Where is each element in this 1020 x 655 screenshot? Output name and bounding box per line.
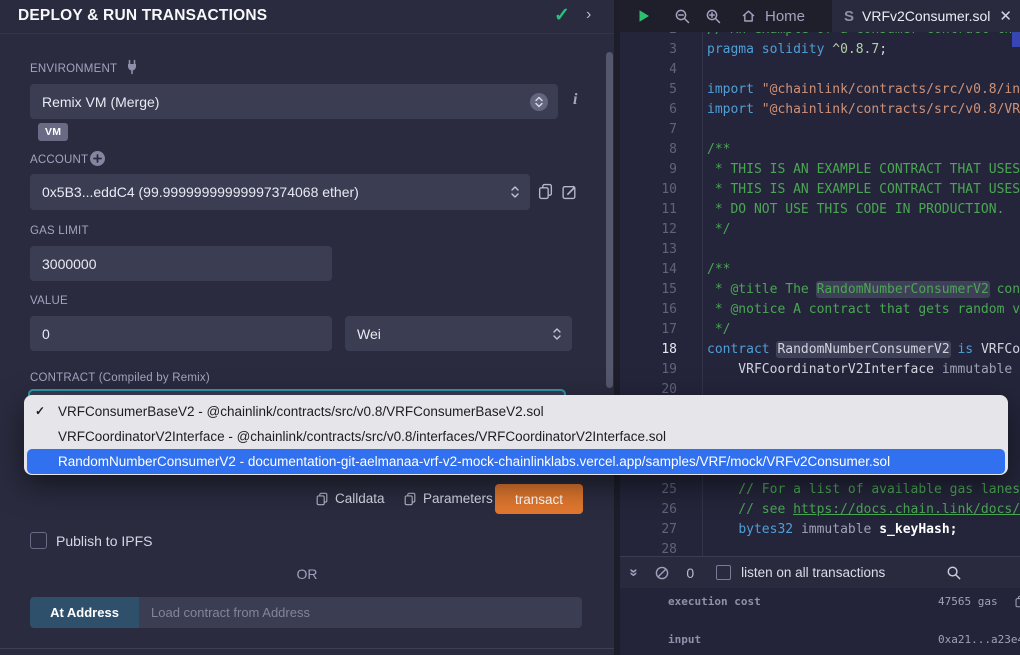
tab-home-label: Home <box>765 8 805 25</box>
clear-console-ban-icon[interactable] <box>654 565 670 581</box>
account-select[interactable]: 0x5B3...eddC4 (99.99999999999997374068 e… <box>30 174 530 210</box>
gas-limit-input[interactable] <box>30 246 332 281</box>
value-unit: Wei <box>357 326 381 342</box>
run-script-play-icon[interactable] <box>636 8 652 24</box>
panel-header: DEPLOY & RUN TRANSACTIONS ✓ › <box>0 0 614 34</box>
code-editor[interactable]: 2// An example of a consumer contract th… <box>620 32 1020 556</box>
environment-info-icon[interactable]: i <box>573 91 577 109</box>
code-line: 8/** <box>620 140 1020 160</box>
or-separator: OR <box>0 566 614 582</box>
value-input[interactable] <box>30 316 332 351</box>
at-address-input[interactable] <box>139 597 582 628</box>
pending-tx-count: 0 <box>686 565 694 581</box>
tab-file-label: VRFv2Consumer.sol <box>862 8 990 24</box>
terminal-bar: » 0 listen on all transactions <box>620 556 1020 588</box>
deploy-run-panel: DEPLOY & RUN TRANSACTIONS ✓ › ENVIRONMEN… <box>0 0 614 655</box>
code-line: 2// An example of a consumer contract th… <box>620 32 1020 40</box>
remix-app: DEPLOY & RUN TRANSACTIONS ✓ › ENVIRONMEN… <box>0 0 1020 655</box>
gas-limit-label: GAS LIMIT <box>30 225 89 237</box>
terminal-row: execution cost47565 gas <box>620 588 1020 626</box>
listen-all-checkbox[interactable] <box>716 565 731 580</box>
listen-all-label: listen on all transactions <box>741 565 885 580</box>
code-line: 27 bytes32 immutable s_keyHash; <box>620 520 1020 540</box>
code-line: 14/** <box>620 260 1020 280</box>
value-unit-select[interactable]: Wei <box>345 316 572 351</box>
parameters-copy-group[interactable]: Parameters <box>403 491 493 506</box>
calldata-copy-group[interactable]: Calldata <box>315 491 385 506</box>
code-line: 13 <box>620 240 1020 260</box>
tab-home[interactable]: Home <box>740 8 805 25</box>
publish-ipfs-label: Publish to IPFS <box>56 533 153 549</box>
select-caret-icon <box>510 185 520 199</box>
transact-button[interactable]: transact <box>495 484 583 514</box>
code-line: 19 VRFCoordinatorV2Interface immutable C… <box>620 360 1020 380</box>
environment-value: Remix VM (Merge) <box>42 94 159 110</box>
vm-badge: VM <box>38 123 68 141</box>
panel-collapse-chevron-icon[interactable]: › <box>586 6 591 24</box>
code-line: 12 */ <box>620 220 1020 240</box>
copy-value-icon[interactable] <box>1014 595 1020 608</box>
compile-success-check-icon: ✓ <box>554 4 570 27</box>
select-caret-icon <box>530 93 548 111</box>
code-line: 10 * THIS IS AN EXAMPLE CONTRACT THAT US… <box>620 180 1020 200</box>
search-icon <box>946 565 962 581</box>
code-lines: 2// An example of a consumer contract th… <box>620 32 1020 556</box>
code-line: 26 // see https://docs.chain.link/docs/v… <box>620 500 1020 520</box>
zoom-out-icon[interactable] <box>674 8 691 25</box>
plug-icon <box>124 59 140 75</box>
code-line: 11 * DO NOT USE THIS CODE IN PRODUCTION. <box>620 200 1020 220</box>
code-line: 9 * THIS IS AN EXAMPLE CONTRACT THAT USE… <box>620 160 1020 180</box>
panel-scrollbar[interactable] <box>606 52 613 388</box>
terminal-expand-chevrons-icon[interactable]: » <box>626 568 643 576</box>
dropdown-option[interactable]: VRFCoordinatorV2Interface - @chainlink/c… <box>24 424 1008 449</box>
terminal-log: execution cost47565 gasinput0xa21...a23e… <box>620 588 1020 655</box>
code-line: 5import "@chainlink/contracts/src/v0.8/i… <box>620 80 1020 100</box>
panel-title: DEPLOY & RUN TRANSACTIONS <box>18 7 267 25</box>
value-label: VALUE <box>30 295 68 307</box>
parameters-label: Parameters <box>423 491 493 506</box>
add-account-plus-icon[interactable] <box>90 151 105 166</box>
editor-panel: Home S VRFv2Consumer.sol ✕ 2// An exampl… <box>620 0 1020 655</box>
code-line: 4 <box>620 60 1020 80</box>
dropdown-option[interactable]: RandomNumberConsumerV2 - documentation-g… <box>27 449 1005 474</box>
divider <box>0 648 614 649</box>
code-line: 6import "@chainlink/contracts/src/v0.8/V… <box>620 100 1020 120</box>
edit-account-icon[interactable] <box>561 183 578 200</box>
account-label: ACCOUNT <box>30 154 88 166</box>
checkmark-icon: ✓ <box>35 399 45 424</box>
contract-sublabel: (Compiled by Remix) <box>99 372 210 384</box>
code-line: 3pragma solidity ^0.8.7; <box>620 40 1020 60</box>
code-line: 28 <box>620 540 1020 556</box>
copy-icon <box>403 492 417 506</box>
terminal-row: input0xa21...a23e4 <box>620 626 1020 655</box>
code-line: 25 // For a list of available gas lanes … <box>620 480 1020 500</box>
home-icon <box>740 8 757 24</box>
dropdown-option[interactable]: ✓VRFConsumerBaseV2 - @chainlink/contract… <box>24 399 1008 424</box>
environment-select[interactable]: Remix VM (Merge) <box>30 84 558 119</box>
environment-label: ENVIRONMENT <box>30 63 117 75</box>
contract-dropdown-menu: ✓VRFConsumerBaseV2 - @chainlink/contract… <box>24 395 1008 475</box>
at-address-button[interactable]: At Address <box>30 597 139 628</box>
select-caret-icon <box>552 327 562 341</box>
solidity-icon: S <box>844 8 854 25</box>
zoom-in-icon[interactable] <box>705 8 722 25</box>
contract-label: CONTRACT (Compiled by Remix) <box>30 372 210 384</box>
copy-account-icon[interactable] <box>537 183 554 200</box>
account-value: 0x5B3...eddC4 (99.99999999999997374068 e… <box>42 184 359 200</box>
minimap-marker <box>1012 32 1020 47</box>
code-line: 15 * @title The RandomNumberConsumerV2 c… <box>620 280 1020 300</box>
code-line: 18contract RandomNumberConsumerV2 is VRF… <box>620 340 1020 360</box>
editor-tabbar: Home S VRFv2Consumer.sol ✕ <box>620 0 1020 32</box>
tab-vrfv2consumer[interactable]: S VRFv2Consumer.sol ✕ <box>832 0 1020 32</box>
code-line: 17 */ <box>620 320 1020 340</box>
close-tab-icon[interactable]: ✕ <box>999 7 1012 25</box>
copy-icon <box>315 492 329 506</box>
calldata-label: Calldata <box>335 491 385 506</box>
code-line: 7 <box>620 120 1020 140</box>
code-line: 16 * @notice A contract that gets random… <box>620 300 1020 320</box>
publish-ipfs-checkbox[interactable] <box>30 532 47 549</box>
